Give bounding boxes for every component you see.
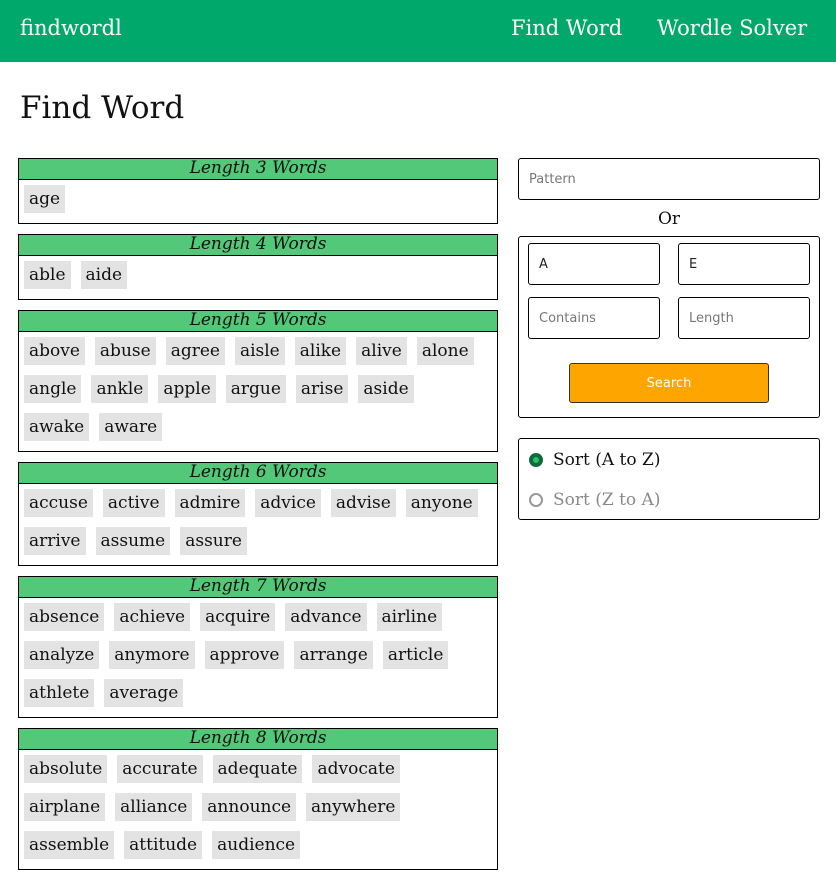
word-chip[interactable]: audience bbox=[212, 831, 301, 859]
word-chip[interactable]: assume bbox=[95, 527, 171, 555]
word-group-header: Length 6 Words bbox=[19, 463, 497, 484]
word-chip[interactable]: aware bbox=[99, 413, 163, 441]
word-chip[interactable]: aside bbox=[358, 375, 414, 403]
word-group: Length 5 Words above abuse agree aisle alike a… bbox=[18, 310, 498, 452]
sort-a-to-z-label: Sort (A to Z) bbox=[553, 450, 661, 470]
word-group-header: Length 8 Words bbox=[19, 729, 497, 750]
word-chip[interactable]: anywhere bbox=[306, 793, 401, 821]
word-chip[interactable]: alike bbox=[294, 337, 347, 365]
sort-a-to-z-option[interactable]: Sort (A to Z) bbox=[529, 449, 819, 471]
word-group-header: Length 7 Words bbox=[19, 577, 497, 598]
word-list: absolute accurate adequate advocate airplane… bbox=[19, 750, 497, 869]
word-chip[interactable]: arise bbox=[295, 375, 349, 403]
word-chip[interactable]: alone bbox=[416, 337, 474, 365]
word-chip[interactable]: agree bbox=[165, 337, 225, 365]
word-group: Length 4 Words able aide bbox=[18, 234, 498, 300]
word-chip[interactable]: advance bbox=[285, 603, 367, 631]
word-chip[interactable]: angle bbox=[24, 375, 82, 403]
nav-wordle-solver[interactable]: Wordle Solver bbox=[657, 16, 807, 40]
word-chip[interactable]: alliance bbox=[115, 793, 193, 821]
word-list: absence achieve acquire advance airline analy… bbox=[19, 598, 497, 717]
word-chip[interactable]: attitude bbox=[124, 831, 203, 859]
ends-with-input[interactable] bbox=[678, 243, 810, 285]
radio-selected-icon[interactable] bbox=[529, 453, 543, 467]
word-chip[interactable]: achieve bbox=[114, 603, 191, 631]
search-panel: Or Search Sort (A to Z) Sort (Z to A) bbox=[518, 158, 820, 520]
word-chip[interactable]: awake bbox=[24, 413, 90, 441]
word-chip[interactable]: advise bbox=[330, 489, 396, 517]
word-chip[interactable]: abuse bbox=[94, 337, 156, 365]
word-chip[interactable]: assemble bbox=[24, 831, 115, 859]
word-chip[interactable]: absolute bbox=[24, 755, 108, 783]
sort-z-to-a-label: Sort (Z to A) bbox=[553, 490, 661, 510]
word-chip[interactable]: anymore bbox=[109, 641, 195, 669]
word-chip[interactable]: active bbox=[102, 489, 165, 517]
word-chip[interactable]: article bbox=[382, 641, 449, 669]
word-chip[interactable]: arrive bbox=[24, 527, 86, 555]
word-group: Length 3 Words age bbox=[18, 158, 498, 224]
word-list: age bbox=[19, 180, 497, 223]
word-chip[interactable]: aisle bbox=[234, 337, 285, 365]
word-chip[interactable]: airplane bbox=[24, 793, 106, 821]
word-groups: Length 3 Words age Length 4 Words able aide L… bbox=[18, 158, 498, 880]
word-chip[interactable]: analyze bbox=[24, 641, 100, 669]
word-group-header: Length 5 Words bbox=[19, 311, 497, 332]
contains-input[interactable] bbox=[528, 297, 660, 339]
word-group-header: Length 3 Words bbox=[19, 159, 497, 180]
or-separator: Or bbox=[657, 209, 681, 229]
radio-unselected-icon[interactable] bbox=[529, 493, 543, 507]
word-chip[interactable]: age bbox=[24, 185, 66, 213]
word-chip[interactable]: apple bbox=[158, 375, 216, 403]
brand-logo-link[interactable]: findwordl bbox=[20, 16, 122, 40]
nav-find-word[interactable]: Find Word bbox=[511, 16, 622, 40]
pattern-input[interactable] bbox=[518, 158, 820, 200]
word-chip[interactable]: accuse bbox=[24, 489, 93, 517]
word-group: Length 6 Words accuse active admire advice ad… bbox=[18, 462, 498, 566]
filter-box: Search bbox=[518, 236, 820, 418]
top-nav-bar: findwordl Find Word Wordle Solver bbox=[0, 0, 836, 62]
word-chip[interactable]: athlete bbox=[24, 679, 95, 707]
word-chip[interactable]: acquire bbox=[200, 603, 276, 631]
word-chip[interactable]: adequate bbox=[212, 755, 303, 783]
word-chip[interactable]: aide bbox=[80, 261, 128, 289]
word-chip[interactable]: above bbox=[24, 337, 85, 365]
word-chip[interactable]: absence bbox=[24, 603, 105, 631]
sort-options: Sort (A to Z) Sort (Z to A) bbox=[518, 438, 820, 520]
word-chip[interactable]: assure bbox=[180, 527, 247, 555]
word-chip[interactable]: announce bbox=[202, 793, 297, 821]
word-group: Length 7 Words absence achieve acquire advan… bbox=[18, 576, 498, 718]
word-chip[interactable]: admire bbox=[174, 489, 246, 517]
length-input[interactable] bbox=[678, 297, 810, 339]
search-button[interactable]: Search bbox=[569, 363, 769, 403]
page-title: Find Word bbox=[20, 90, 185, 126]
word-chip[interactable]: advice bbox=[255, 489, 321, 517]
word-chip[interactable]: accurate bbox=[117, 755, 203, 783]
word-chip[interactable]: average bbox=[104, 679, 184, 707]
word-chip[interactable]: able bbox=[24, 261, 71, 289]
word-chip[interactable]: approve bbox=[204, 641, 285, 669]
word-chip[interactable]: arrange bbox=[294, 641, 373, 669]
word-chip[interactable]: argue bbox=[225, 375, 286, 403]
starts-with-input[interactable] bbox=[528, 243, 660, 285]
word-chip[interactable]: alive bbox=[356, 337, 407, 365]
word-list: able aide bbox=[19, 256, 497, 299]
word-list: above abuse agree aisle alike alive alone angle… bbox=[19, 332, 497, 451]
word-group: Length 8 Words absolute accurate adequate ad… bbox=[18, 728, 498, 870]
word-chip[interactable]: ankle bbox=[91, 375, 149, 403]
sort-z-to-a-option[interactable]: Sort (Z to A) bbox=[529, 489, 819, 511]
word-chip[interactable]: airline bbox=[376, 603, 443, 631]
word-chip[interactable]: anyone bbox=[405, 489, 478, 517]
word-group-header: Length 4 Words bbox=[19, 235, 497, 256]
word-list: accuse active admire advice advise anyone arri… bbox=[19, 484, 497, 565]
word-chip[interactable]: advocate bbox=[312, 755, 400, 783]
